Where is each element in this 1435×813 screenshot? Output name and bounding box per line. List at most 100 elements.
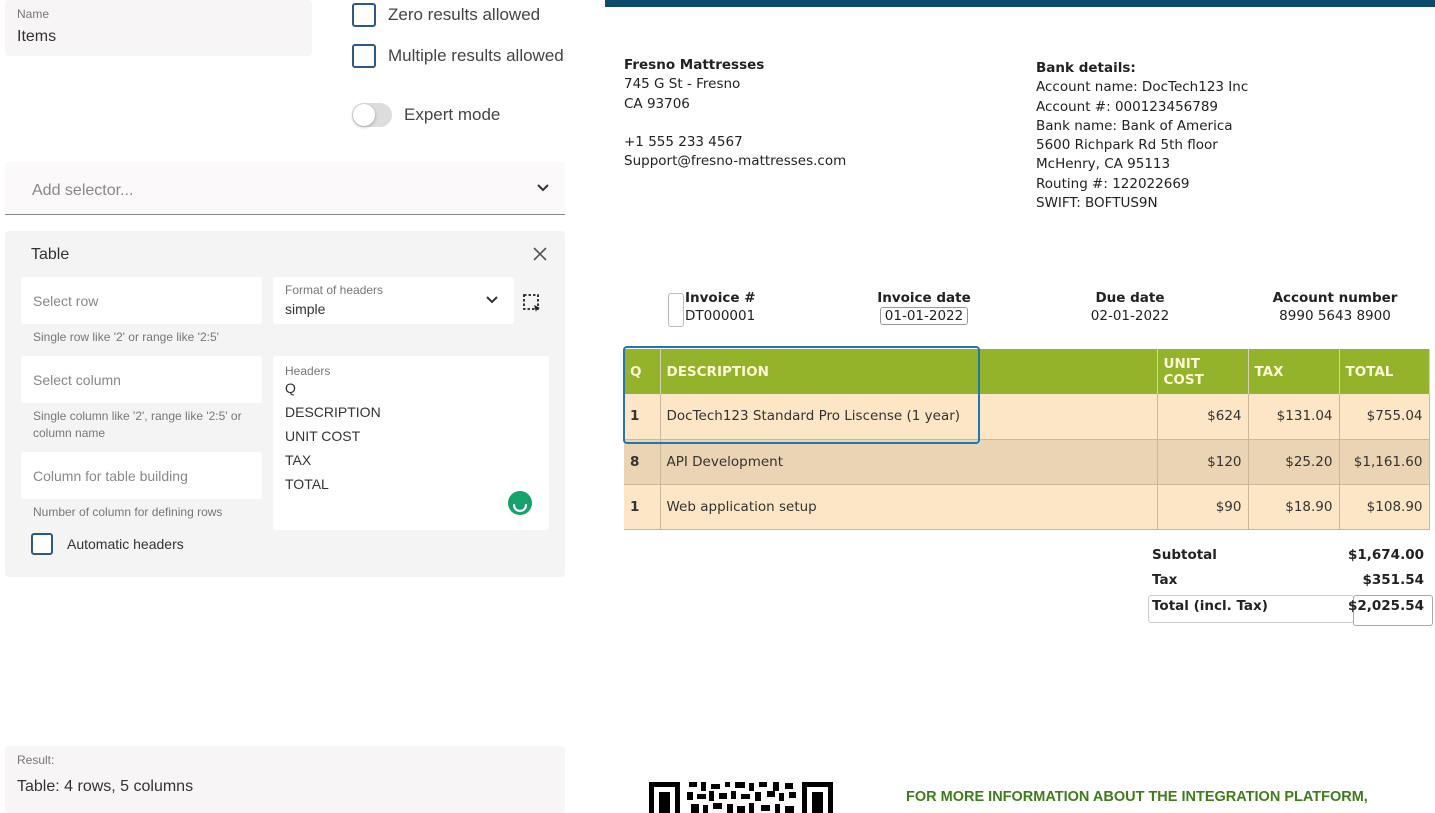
tax-value: $351.54 <box>1362 572 1425 588</box>
cell-description: API Development <box>660 439 1158 485</box>
select-column-input[interactable]: Select column <box>21 356 262 403</box>
cell-total: $108.90 <box>1339 484 1430 530</box>
cell-unit-cost: $90 <box>1157 484 1249 530</box>
table-row: 1 Web application setup $90 $18.90 $108.… <box>624 484 1430 530</box>
table-card-title: Table <box>31 246 70 263</box>
multiple-results-checkbox-row[interactable]: Multiple results allowed <box>352 44 564 68</box>
automatic-headers-label: Automatic headers <box>67 536 184 552</box>
config-panel: Name Items Zero results allowed Multiple… <box>0 0 605 813</box>
due-date-block: Due date 02-01-2022 <box>1075 290 1185 324</box>
due-date-label: Due date <box>1095 290 1165 306</box>
table-row: 1 DocTech123 Standard Pro Liscense (1 ye… <box>624 394 1430 440</box>
automatic-headers-checkbox[interactable] <box>31 533 53 555</box>
headers-label: Headers <box>285 364 331 378</box>
select-row-placeholder: Select row <box>33 293 99 309</box>
chevron-down-icon <box>486 296 498 304</box>
select-row-input[interactable]: Select row <box>21 277 262 324</box>
company-address-1: 745 G St - Fresno <box>624 76 741 93</box>
cell-q: 8 <box>624 439 661 485</box>
multiple-results-label: Multiple results allowed <box>388 46 564 65</box>
cell-q: 1 <box>624 484 661 530</box>
automatic-headers-row[interactable]: Automatic headers <box>31 533 184 555</box>
invoice-date-value: 01-01-2022 <box>879 307 969 325</box>
chevron-down-icon <box>537 184 549 192</box>
bank-details-title: Bank details: <box>1036 60 1136 76</box>
headers-list-item: Q <box>285 380 296 396</box>
select-column-hint: Single column like '2', range like '2:5'… <box>33 409 242 440</box>
subtotal-label: Subtotal <box>1152 547 1217 563</box>
select-column-placeholder: Select column <box>33 372 121 388</box>
headers-list-item: DESCRIPTION <box>285 404 381 420</box>
header-unit-cost: UNIT COST <box>1157 349 1249 394</box>
company-phone: +1 555 233 4567 <box>624 133 743 150</box>
name-field[interactable]: Name Items <box>5 0 312 56</box>
expert-mode-toggle[interactable] <box>352 103 392 127</box>
invoice-document: Fresno Mattresses 745 G St - Fresno CA 9… <box>605 0 1435 813</box>
bank-details-block: Bank details: Account name: DocTech123 I… <box>1036 59 1248 213</box>
invoice-number-label: Invoice # <box>685 290 756 306</box>
invoice-date-label: Invoice date <box>877 290 971 306</box>
document-header-bar <box>605 0 1435 7</box>
headers-list-item: TOTAL <box>285 476 329 492</box>
zero-results-checkbox[interactable] <box>352 3 376 27</box>
select-row-hint: Single row like '2' or range like '2:5' <box>33 330 219 344</box>
header-total: TOTAL <box>1339 349 1430 394</box>
header-description: DESCRIPTION <box>660 349 1158 394</box>
invoice-number-detected-box <box>668 293 684 327</box>
company-address-2: CA 93706 <box>624 95 690 112</box>
area-select-icon[interactable] <box>522 293 542 313</box>
headers-field[interactable]: Headers Q DESCRIPTION UNIT COST TAX TOTAL <box>273 356 549 530</box>
format-headers-select[interactable]: Format of headers simple <box>273 277 514 324</box>
more-info-text: FOR MORE INFORMATION ABOUT THE INTEGRATI… <box>906 789 1368 805</box>
zero-results-label: Zero results allowed <box>388 5 541 24</box>
subtotal-value: $1,674.00 <box>1347 547 1424 563</box>
expert-mode-toggle-knob <box>353 104 375 126</box>
result-panel: Result: Table: 4 rows, 5 columns <box>5 746 565 813</box>
due-date-value: 02-01-2022 <box>1090 308 1170 324</box>
bank-routing: Routing #: 122022669 <box>1036 175 1190 192</box>
company-block: Fresno Mattresses 745 G St - Fresno CA 9… <box>624 56 846 171</box>
cell-q: 1 <box>624 394 661 440</box>
bank-swift: SWIFT: BOFTUS9N <box>1036 195 1158 212</box>
account-number-value: 8990 5643 8900 <box>1279 308 1391 324</box>
account-number-block: Account number 8990 5643 8900 <box>1265 290 1405 324</box>
headers-list-item: TAX <box>285 452 312 468</box>
invoice-items-table: Q DESCRIPTION UNIT COST TAX TOTAL 1 DocT… <box>624 349 1430 530</box>
cell-tax: $131.04 <box>1248 394 1340 440</box>
column-building-placeholder: Column for table building <box>33 468 188 484</box>
column-building-hint: Number of column for defining rows <box>33 505 223 519</box>
result-value: Table: 4 rows, 5 columns <box>17 778 194 795</box>
bank-account-name: Account name: DocTech123 Inc <box>1036 79 1249 96</box>
tax-label: Tax <box>1152 572 1178 588</box>
bank-account-number: Account #: 000123456789 <box>1036 98 1219 115</box>
format-headers-label: Format of headers <box>285 283 384 297</box>
invoice-number-block: Invoice # DT000001 <box>685 290 756 324</box>
format-headers-value: simple <box>285 301 326 317</box>
account-number-label: Account number <box>1272 290 1398 306</box>
header-tax: TAX <box>1248 349 1340 394</box>
company-email: Support@fresno-mattresses.com <box>624 153 847 170</box>
cell-total: $755.04 <box>1339 394 1430 440</box>
close-icon[interactable] <box>533 247 547 261</box>
name-field-label: Name <box>17 7 50 21</box>
cell-unit-cost: $624 <box>1157 394 1249 440</box>
cell-tax: $18.90 <box>1248 484 1340 530</box>
qr-code <box>649 782 833 813</box>
add-selector-dropdown[interactable]: Add selector... <box>5 162 565 215</box>
name-field-value: Items <box>17 28 57 45</box>
bank-address-2: McHenry, CA 95113 <box>1036 156 1171 173</box>
headers-list-item: UNIT COST <box>285 428 361 444</box>
multiple-results-checkbox[interactable] <box>352 44 376 68</box>
cell-total: $1,161.60 <box>1339 439 1430 485</box>
add-selector-placeholder: Add selector... <box>32 182 134 199</box>
table-selector-card: Table Select row Single row like '2' or … <box>5 231 565 577</box>
zero-results-checkbox-row[interactable]: Zero results allowed <box>352 3 540 27</box>
result-label: Result: <box>17 753 55 767</box>
cell-description: DocTech123 Standard Pro Liscense (1 year… <box>660 394 1158 440</box>
invoice-number-value: DT000001 <box>685 308 756 324</box>
loading-icon <box>508 491 532 515</box>
column-building-input[interactable]: Column for table building <box>21 452 262 499</box>
headers-list: Q DESCRIPTION UNIT COST TAX TOTAL <box>285 380 381 500</box>
header-q: Q <box>624 349 661 394</box>
bank-address-1: 5600 Richpark Rd 5th floor <box>1036 137 1218 154</box>
